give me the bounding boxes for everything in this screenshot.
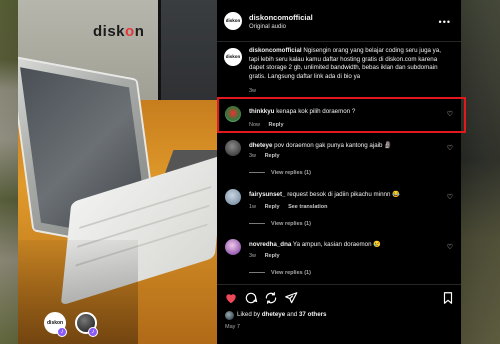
- commenter-avatar[interactable]: [225, 106, 241, 122]
- share-icon[interactable]: [264, 291, 278, 305]
- comments-panel: diskon diskoncomofficial Original audio …: [217, 0, 461, 344]
- post-actions: Liked by dheteye and 37 others May 7: [217, 284, 461, 344]
- comment-time: 3w: [249, 153, 257, 159]
- view-replies-button[interactable]: View replies (1): [249, 221, 311, 227]
- post-header: diskon diskoncomofficial Original audio …: [217, 0, 461, 42]
- commenter-avatar[interactable]: [225, 189, 241, 205]
- comment-username[interactable]: novredha_dna: [249, 241, 291, 248]
- reply-button[interactable]: Reply: [269, 122, 284, 128]
- caption-avatar[interactable]: diskon: [224, 48, 242, 66]
- caption-username[interactable]: diskoncomofficial: [249, 47, 302, 54]
- user-tag-icon: ♪: [88, 327, 98, 337]
- view-replies-button[interactable]: View replies (1): [249, 170, 311, 176]
- comment-like-icon[interactable]: ♡: [447, 243, 453, 251]
- liker-username[interactable]: dheteye: [262, 311, 285, 318]
- comment-text: dheteye pov doraemon gak punya kantong a…: [249, 142, 392, 149]
- background-right-strip: [460, 0, 500, 344]
- comment-text: thinkkyu kenapa kok pilih doraemon ?: [249, 108, 356, 115]
- comment-username[interactable]: thinkkyu: [249, 108, 274, 115]
- comment-like-icon[interactable]: ♡: [447, 110, 453, 118]
- comment-like-icon[interactable]: ♡: [447, 193, 453, 201]
- user-tag-icon: ♪: [57, 327, 67, 337]
- author-avatar[interactable]: diskon: [224, 12, 242, 30]
- liker-avatar[interactable]: [225, 311, 234, 320]
- likes-summary: Liked by dheteye and 37 others: [237, 311, 327, 318]
- comment-username[interactable]: fairysunset_: [249, 191, 285, 198]
- reply-button[interactable]: Reply: [265, 253, 280, 259]
- background-left-strip: [0, 0, 18, 344]
- post-caption: diskoncomofficial Ngisengin orang yang b…: [249, 47, 449, 81]
- heart-icon[interactable]: [224, 291, 238, 305]
- comment-meta: 3w Reply: [249, 153, 287, 159]
- comment-username[interactable]: dheteye: [249, 142, 272, 149]
- comment-text: novredha_dna Ya ampun, kasian doraemon 😢: [249, 241, 381, 248]
- commenter-avatar[interactable]: [225, 140, 241, 156]
- reply-button[interactable]: Reply: [265, 153, 280, 159]
- comment-icon[interactable]: [244, 291, 258, 305]
- comment-like-icon[interactable]: ♡: [447, 144, 453, 152]
- likes-others-link[interactable]: 37 others: [299, 311, 327, 318]
- view-replies-button[interactable]: View replies (1): [249, 270, 311, 276]
- comment-time: Now: [249, 122, 261, 128]
- comment-time: 1w: [249, 204, 257, 210]
- comment-meta: 3w Reply: [249, 253, 287, 259]
- commenter-avatar[interactable]: [225, 239, 241, 255]
- post-date[interactable]: May 7: [225, 324, 240, 330]
- more-icon[interactable]: •••: [439, 17, 451, 27]
- caption-time: 3w: [249, 88, 257, 94]
- brand-logo: diskon: [93, 23, 145, 40]
- send-icon[interactable]: [284, 291, 298, 305]
- audio-label[interactable]: Original audio: [249, 24, 286, 30]
- reply-button[interactable]: Reply: [265, 204, 280, 210]
- comment-meta: Now Reply: [249, 122, 291, 128]
- post-modal: diskon diskon ♪ ♪ diskon diskoncomoffici…: [18, 0, 461, 344]
- comment-text: fairysunset_ request besok di jadiin pik…: [249, 191, 400, 198]
- comment-meta: 1w Reply See translation: [249, 204, 335, 210]
- see-translation-button[interactable]: See translation: [288, 204, 327, 210]
- author-username[interactable]: diskoncomofficial: [249, 13, 313, 22]
- bookmark-icon[interactable]: [441, 291, 455, 305]
- comment-time: 3w: [249, 253, 257, 259]
- post-media[interactable]: diskon diskon ♪ ♪: [18, 0, 217, 344]
